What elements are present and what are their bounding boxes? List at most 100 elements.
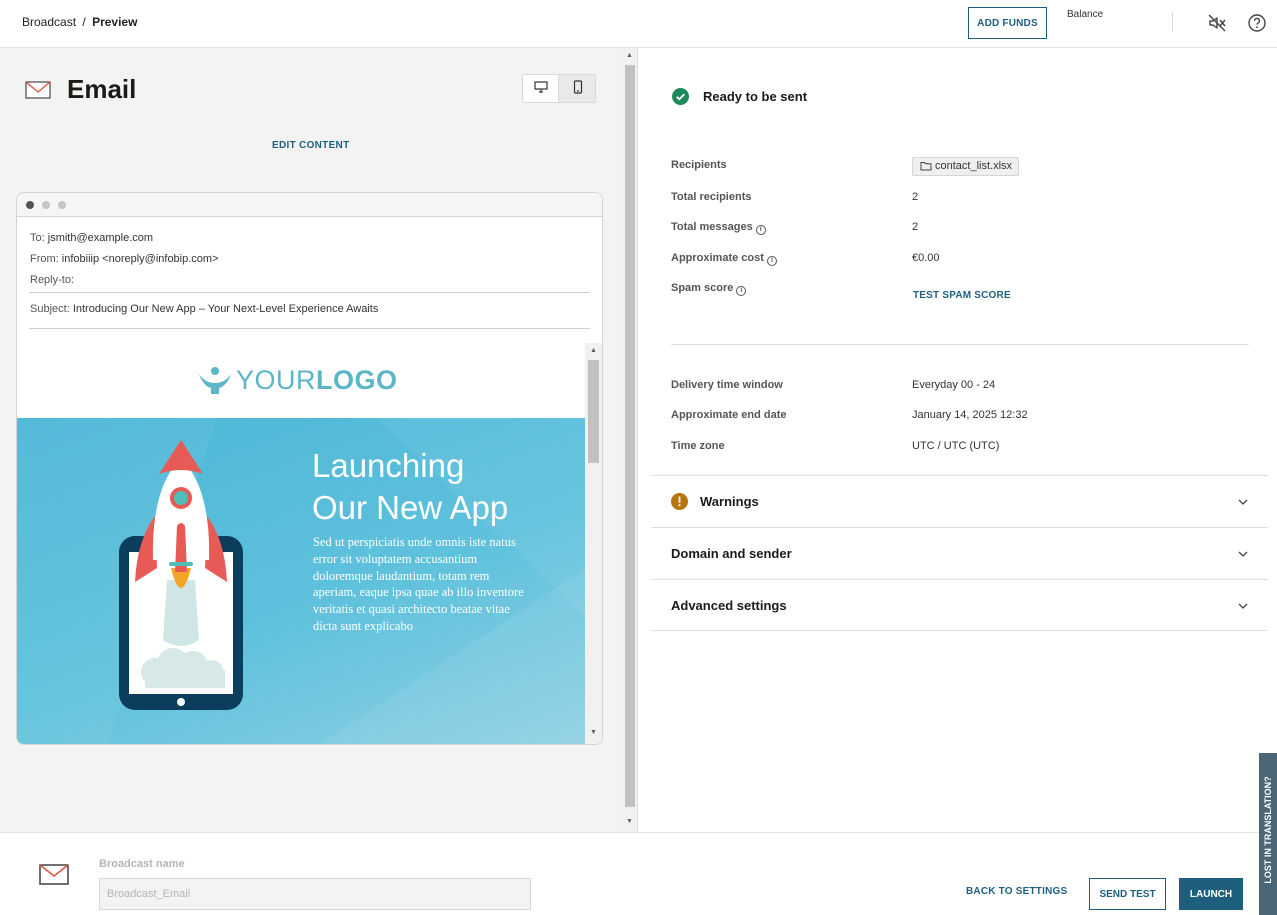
time-zone-value: UTC / UTC (UTC) <box>912 440 1000 452</box>
recipients-file-name: contact_list.xlsx <box>935 160 1013 172</box>
chevron-down-icon <box>1238 499 1248 505</box>
section-title: Domain and sender <box>671 546 792 561</box>
envelope-icon <box>25 81 51 99</box>
desktop-view-button[interactable] <box>523 75 559 102</box>
hero-title: Launching Our New App <box>312 445 572 529</box>
info-icon[interactable]: i <box>736 286 747 296</box>
feedback-tab-label: LOST IN TRANSLATION? <box>1263 776 1273 884</box>
reply-to-label: Reply-to: <box>30 274 75 286</box>
chevron-down-icon <box>1238 603 1248 609</box>
status-text: Ready to be sent <box>703 89 808 104</box>
warning-icon <box>671 493 688 510</box>
preview-panel-scrollbar[interactable]: ▲ ▼ <box>623 48 638 832</box>
launch-button[interactable]: LAUNCH <box>1179 878 1243 910</box>
logo-text-light: YOUR <box>236 365 317 395</box>
edit-content-button[interactable]: EDIT CONTENT <box>272 140 350 151</box>
to-value: jsmith@example.com <box>47 232 154 244</box>
help-icon[interactable] <box>1247 13 1267 33</box>
advanced-settings-section[interactable]: Advanced settings <box>651 579 1268 631</box>
preview-panel: Email EDIT CONTENT To: jsmith@example.co… <box>0 48 623 832</box>
scroll-up-icon[interactable]: ▲ <box>626 52 633 59</box>
scrollbar-thumb[interactable] <box>625 65 635 807</box>
subject-line: Subject: Introducing Our New App – Your … <box>30 303 378 315</box>
window-chrome <box>17 193 602 217</box>
from-label: From: <box>30 253 59 265</box>
from-line: From: infobiiip <noreply@infobip.com> <box>30 253 219 265</box>
email-preview-window: To: jsmith@example.com From: infobiiip <… <box>16 192 603 745</box>
section-title: Advanced settings <box>671 598 787 613</box>
feedback-tab[interactable]: LOST IN TRANSLATION? <box>1259 753 1277 915</box>
time-zone-label: Time zone <box>671 440 725 452</box>
end-date-label: Approximate end date <box>671 409 787 421</box>
subject-label: Subject: <box>30 303 70 315</box>
folder-icon <box>920 162 932 171</box>
info-icon[interactable]: i <box>755 225 766 235</box>
approximate-cost-row: Approximate cost i <box>671 252 777 266</box>
broadcast-name-label: Broadcast name <box>99 858 185 870</box>
send-test-button[interactable]: SEND TEST <box>1089 878 1166 910</box>
scroll-down-icon[interactable]: ▼ <box>590 729 597 736</box>
add-funds-button[interactable]: ADD FUNDS <box>968 7 1047 39</box>
speaker-muted-icon[interactable] <box>1207 13 1227 33</box>
balance-label: Balance <box>1067 9 1104 20</box>
reply-to-line: Reply-to: <box>30 274 74 286</box>
monitor-icon <box>533 81 548 93</box>
page-title: Email <box>67 74 137 104</box>
recipients-file-chip[interactable]: contact_list.xlsx <box>912 157 1020 176</box>
approximate-cost-label: Approximate cost <box>671 252 764 264</box>
test-spam-score-link[interactable]: TEST SPAM SCORE <box>913 290 1011 301</box>
broadcast-name-input[interactable] <box>99 878 531 910</box>
scroll-up-icon[interactable]: ▲ <box>590 347 597 354</box>
total-recipients-label: Total recipients <box>671 191 752 203</box>
total-messages-label: Total messages <box>671 221 753 233</box>
logo-text: YOURLOGO <box>236 365 398 396</box>
chevron-down-icon <box>1238 551 1248 557</box>
scrollbar-thumb[interactable] <box>588 360 599 463</box>
email-body-scrollbar[interactable]: ▲ ▼ <box>585 343 602 744</box>
logo-text-bold: LOGO <box>316 365 398 395</box>
back-to-settings-button[interactable]: BACK TO SETTINGS <box>966 886 1067 897</box>
domain-sender-section[interactable]: Domain and sender <box>651 527 1268 579</box>
window-dot <box>42 201 50 209</box>
info-icon[interactable]: i <box>766 256 777 266</box>
window-dot <box>58 201 66 209</box>
check-circle-icon <box>672 88 689 105</box>
to-label: To: <box>30 232 45 244</box>
divider <box>29 292 590 293</box>
delivery-window-label: Delivery time window <box>671 379 783 391</box>
from-value: infobiiip <noreply@infobip.com> <box>61 253 219 265</box>
hero-body-text: Sed ut perspiciatis unde omnis iste natu… <box>313 535 524 633</box>
to-line: To: jsmith@example.com <box>30 232 153 244</box>
breadcrumb-separator: / <box>82 15 86 29</box>
divider <box>671 344 1249 345</box>
divider <box>1172 12 1173 32</box>
end-date-value: January 14, 2025 12:32 <box>912 409 1028 421</box>
total-messages-row: Total messages i <box>671 221 766 235</box>
delivery-window-value: Everyday 00 - 24 <box>912 379 996 391</box>
device-toggle <box>522 74 596 103</box>
phone-icon <box>573 80 583 94</box>
mobile-view-button[interactable] <box>560 75 596 102</box>
email-body: YOURLOGO Launching Our New App Sed ut pe… <box>17 343 585 744</box>
spam-score-label: Spam score <box>671 282 734 294</box>
hero-banner: Launching Our New App Sed ut perspiciati… <box>17 418 585 744</box>
hero-title-line: Launching <box>312 447 465 484</box>
breadcrumb-parent[interactable]: Broadcast <box>22 15 76 29</box>
hero-title-line: Our New App <box>312 489 509 526</box>
breadcrumb-current: Preview <box>92 15 138 29</box>
recipients-label: Recipients <box>671 159 727 171</box>
rocket-tablet-illustration <box>119 440 243 710</box>
envelope-icon <box>39 864 69 885</box>
breadcrumb: Broadcast / Preview <box>22 15 137 29</box>
window-dot <box>26 201 34 209</box>
subject-value: Introducing Our New App – Your Next-Leve… <box>72 303 379 315</box>
section-title: Warnings <box>700 494 759 509</box>
total-messages-value: 2 <box>912 221 919 233</box>
warnings-section[interactable]: Warnings <box>651 475 1268 527</box>
spam-score-row: Spam score i <box>671 282 747 296</box>
logo-mark-icon <box>199 367 231 394</box>
divider <box>29 328 590 329</box>
bottom-action-bar: Broadcast name BACK TO SETTINGS SEND TES… <box>0 832 1277 915</box>
scroll-down-icon[interactable]: ▼ <box>626 818 633 825</box>
approximate-cost-value: €0.00 <box>912 252 940 264</box>
